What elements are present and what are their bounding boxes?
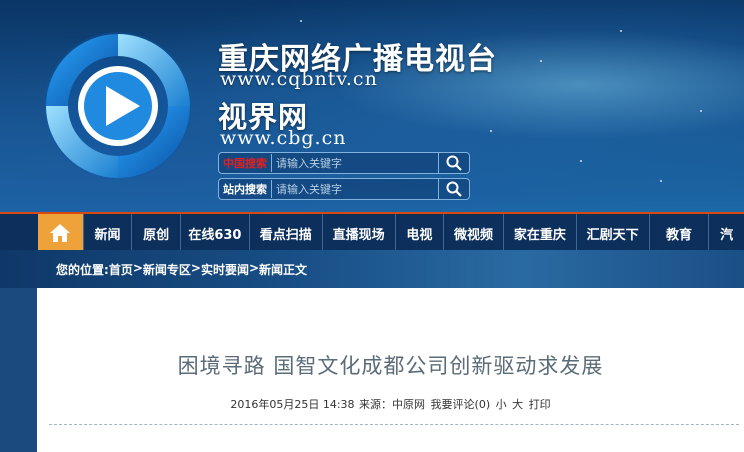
search-icon — [446, 155, 462, 171]
breadcrumb-item-home[interactable]: 首页 — [109, 261, 133, 278]
article-source-label: 来源： — [359, 398, 393, 411]
site-search-label: 站内搜索 — [223, 183, 267, 196]
breadcrumb-item-news-zone[interactable]: 新闻专区 — [143, 261, 191, 278]
nav-item-home-chongqing[interactable]: 家在重庆 — [502, 214, 576, 252]
search-icon — [446, 181, 462, 197]
main-nav: 新闻 原创 在线630 看点扫描 直播现场 电视 微视频 家在重庆 汇剧天下 教… — [0, 212, 744, 252]
nav-item-auto[interactable]: 汽 — [708, 214, 744, 252]
article-title: 困境寻路 国智文化成都公司创新驱动求发展 — [177, 354, 604, 378]
nav-item-original[interactable]: 原创 — [131, 214, 180, 252]
star — [660, 180, 662, 182]
breadcrumb-item-realtime[interactable]: 实时要闻 — [201, 261, 249, 278]
site-logo[interactable] — [40, 26, 196, 186]
nav-home[interactable] — [38, 214, 83, 252]
breadcrumb-separator: > — [248, 261, 260, 275]
nav-item-online630[interactable]: 在线630 — [179, 214, 249, 252]
breadcrumb-item-article: 新闻正文 — [259, 263, 308, 277]
nav-item-drama[interactable]: 汇剧天下 — [575, 214, 649, 252]
china-search-bar: 中国搜索 — [218, 152, 470, 174]
breadcrumb: 您的位置: 首页 > 新闻专区 > 实时要闻 > 新闻正文 — [56, 261, 307, 278]
nav-item-tv[interactable]: 电视 — [394, 214, 444, 252]
breadcrumb-separator: > — [132, 261, 143, 275]
nav-item-education[interactable]: 教育 — [648, 214, 709, 252]
china-search-button[interactable] — [438, 153, 469, 173]
site-url[interactable]: www.cqbntv.cn — [220, 68, 378, 90]
star — [300, 20, 302, 22]
breadcrumb-bar: 您的位置: 首页 > 新闻专区 > 实时要闻 > 新闻正文 — [0, 250, 744, 288]
nav-item-live[interactable]: 直播现场 — [321, 214, 395, 252]
font-large-button[interactable]: 大 — [512, 398, 523, 411]
site-search-button[interactable] — [438, 179, 469, 199]
site-url-secondary[interactable]: www.cbg.cn — [220, 127, 346, 149]
site-header: 重庆网络广播电视台 www.cqbntv.cn 视界网 www.cbg.cn 中… — [0, 0, 744, 212]
divider — [49, 424, 739, 425]
star — [620, 30, 622, 32]
star — [540, 60, 542, 62]
nav-item-highlights[interactable]: 看点扫描 — [248, 214, 322, 252]
star — [700, 110, 702, 112]
site-search-bar: 站内搜索 — [218, 178, 470, 200]
article-content: 困境寻路 国智文化成都公司创新驱动求发展 2016年05月25日 14:38 来… — [37, 288, 744, 452]
site-search-input[interactable] — [271, 180, 438, 198]
china-search-input[interactable] — [271, 154, 438, 172]
nav-item-micro-video[interactable]: 微视频 — [443, 214, 503, 252]
print-button[interactable]: 打印 — [529, 398, 551, 411]
font-small-button[interactable]: 小 — [496, 398, 507, 411]
star — [580, 160, 582, 162]
breadcrumb-separator: > — [190, 261, 201, 275]
china-search-label: 中国搜索 — [223, 157, 267, 170]
home-icon — [50, 224, 71, 242]
breadcrumb-prefix: 您的位置: — [56, 263, 109, 277]
article-date: 2016年05月25日 14:38 — [230, 398, 355, 411]
article-source: 中原网 — [392, 398, 426, 411]
star — [490, 130, 492, 132]
left-margin — [0, 288, 37, 452]
nav-item-news[interactable]: 新闻 — [82, 214, 132, 252]
article-meta: 2016年05月25日 14:38 来源：中原网 我要评论(0) 小 大 打印 — [37, 396, 744, 412]
comment-link[interactable]: 我要评论(0) — [431, 398, 491, 411]
